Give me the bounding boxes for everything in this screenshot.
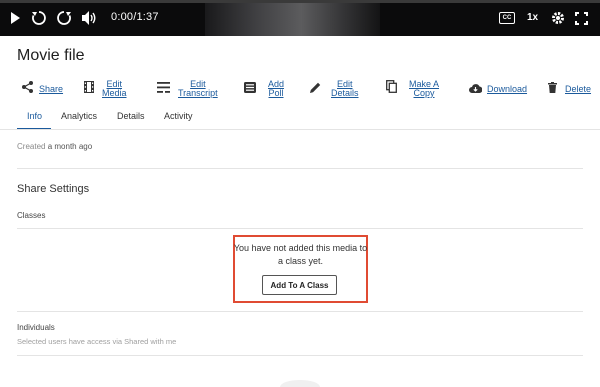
playback-speed-button[interactable]: 1x: [527, 12, 538, 23]
transcript-icon: [157, 80, 170, 98]
tab-bar: Info Analytics Details Activity: [0, 108, 600, 130]
divider: [17, 168, 583, 169]
share-button[interactable]: Share: [22, 76, 63, 102]
no-class-notice: You have not added this media to a class…: [233, 243, 368, 266]
progress-bar[interactable]: [0, 0, 600, 3]
edit-media-label: Edit Media: [102, 79, 127, 98]
download-button[interactable]: Download: [469, 76, 527, 102]
cc-icon[interactable]: CC: [499, 12, 515, 24]
rewind-icon[interactable]: [30, 8, 48, 28]
edit-details-button[interactable]: Edit Details: [310, 76, 359, 102]
share-icon: [22, 80, 33, 98]
share-settings-heading: Share Settings: [17, 183, 90, 195]
trash-icon: [548, 80, 557, 98]
add-poll-button[interactable]: Add Poll: [244, 76, 284, 102]
tab-activity[interactable]: Activity: [164, 111, 193, 121]
scroll-indicator: [280, 380, 320, 387]
individuals-description: Selected users have access via Shared wi…: [17, 337, 177, 346]
tab-info[interactable]: Info: [27, 111, 42, 121]
created-value: a month ago: [47, 142, 93, 151]
play-icon[interactable]: [9, 8, 21, 28]
copy-icon: [386, 80, 397, 98]
volume-icon[interactable]: [81, 8, 97, 28]
edit-transcript-label: Edit Transcript: [178, 79, 218, 98]
edit-details-label: Edit Details: [331, 79, 359, 98]
edit-media-button[interactable]: Edit Media: [84, 76, 127, 102]
share-label: Share: [39, 83, 64, 94]
edit-transcript-button[interactable]: Edit Transcript: [157, 76, 218, 102]
fullscreen-icon[interactable]: [573, 8, 589, 28]
video-frame: [205, 0, 380, 36]
make-a-copy-label: Make A Copy: [409, 79, 440, 98]
page-title: Movie file: [17, 47, 85, 64]
pencil-icon: [310, 80, 321, 98]
poll-icon: [244, 80, 256, 98]
divider: [17, 228, 583, 229]
tabs-divider: [0, 129, 600, 130]
time-display: 0:00/1:37: [111, 11, 159, 23]
tab-analytics[interactable]: Analytics: [61, 111, 97, 121]
add-to-class-button[interactable]: Add To A Class: [262, 275, 337, 295]
download-label: Download: [487, 83, 528, 94]
delete-button[interactable]: Delete: [548, 76, 591, 102]
created-info: Created a month ago: [17, 142, 92, 151]
media-toolbar: Share Edit Media Edit Transcript Add Pol…: [0, 76, 600, 102]
settings-icon[interactable]: [550, 8, 566, 28]
tab-details[interactable]: Details: [117, 111, 145, 121]
cloud-download-icon: [469, 80, 483, 98]
divider: [17, 311, 583, 312]
classes-label: Classes: [17, 211, 46, 220]
created-prefix: Created: [17, 142, 46, 151]
delete-label: Delete: [565, 83, 592, 94]
make-a-copy-button[interactable]: Make A Copy: [386, 76, 439, 102]
video-player: 0:00/1:37 CC 1x: [0, 0, 600, 36]
forward-icon[interactable]: [55, 8, 73, 28]
individuals-label: Individuals: [17, 323, 55, 332]
add-poll-label: Add Poll: [268, 79, 285, 98]
film-icon: [84, 80, 94, 98]
divider: [17, 355, 583, 356]
